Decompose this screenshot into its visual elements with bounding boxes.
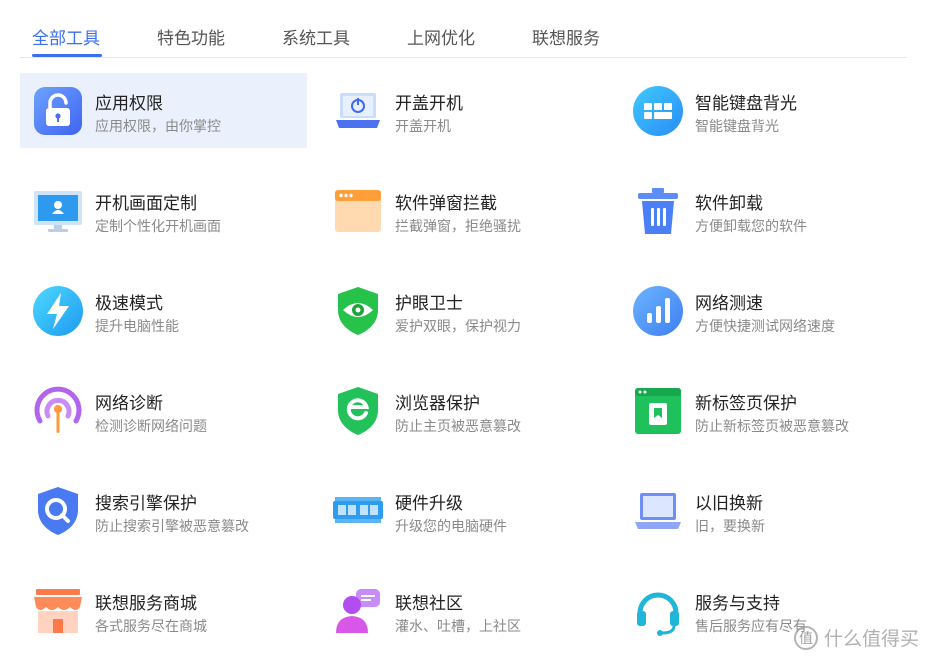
tool-description: 方便卸载您的软件 [695,219,807,235]
lightning-icon [32,285,84,337]
tool-description: 应用权限，由你掌控 [95,119,221,135]
tool-description: 防止搜索引擎被恶意篡改 [95,519,249,535]
tool-title: 搜索引擎保护 [95,494,197,514]
tool-newtab-protect[interactable]: 新标签页保护 防止新标签页被恶意篡改 [620,373,907,448]
tab-network-optimize[interactable]: 上网优化 [407,24,475,49]
tool-speed-test[interactable]: 网络测速 方便快捷测试网络速度 [620,273,907,348]
tool-hardware-upgrade[interactable]: 硬件升级 升级您的电脑硬件 [320,473,607,548]
popup-window-icon [332,185,384,237]
tool-description: 防止新标签页被恶意篡改 [695,419,849,435]
tab-bar: 全部工具 特色功能 系统工具 上网优化 联想服务 [20,0,907,58]
tool-description: 开盖开机 [395,119,451,135]
tool-network-diagnose[interactable]: 网络诊断 检测诊断网络问题 [20,373,307,448]
tool-title: 智能键盘背光 [695,94,797,114]
tool-description: 智能键盘背光 [695,119,779,135]
tool-lenovo-store[interactable]: 联想服务商城 各式服务尽在商城 [20,573,307,648]
bar-chart-icon [632,285,684,337]
lock-icon [32,85,84,137]
tab-features[interactable]: 特色功能 [157,24,225,49]
tool-description: 检测诊断网络问题 [95,419,207,435]
tool-description: 升级您的电脑硬件 [395,519,507,535]
tool-title: 服务与支持 [695,594,780,614]
tool-title: 以旧换新 [695,494,763,514]
tool-title: 联想服务商城 [95,594,197,614]
browser-shield-icon [332,385,384,437]
tool-title: 护眼卫士 [395,294,463,314]
tool-title: 开盖开机 [395,94,463,114]
tool-title: 软件卸载 [695,194,763,214]
search-shield-icon [32,485,84,537]
tool-title: 开机画面定制 [95,194,197,214]
tool-title: 浏览器保护 [395,394,480,414]
tool-description: 爱护双眼，保护视力 [395,319,521,335]
tool-description: 旧，要换新 [695,519,765,535]
tool-description: 各式服务尽在商城 [95,619,207,635]
watermark-text: 什么值得买 [823,628,919,650]
tool-search-engine-protect[interactable]: 搜索引擎保护 防止搜索引擎被恶意篡改 [20,473,307,548]
monitor-icon [32,185,84,237]
tool-uninstall[interactable]: 软件卸载 方便卸载您的软件 [620,173,907,248]
active-tab-indicator [32,54,102,57]
tool-browser-protect[interactable]: 浏览器保护 防止主页被恶意篡改 [320,373,607,448]
tool-description: 方便快捷测试网络速度 [695,319,835,335]
laptop-icon [632,485,684,537]
tool-title: 应用权限 [95,94,163,114]
laptop-power-icon [332,85,384,137]
memory-chip-icon [332,485,384,537]
tool-description: 售后服务应有尽有 [695,619,807,635]
tab-bookmark-icon [632,385,684,437]
community-icon [332,585,384,637]
keyboard-backlight-icon [632,85,684,137]
tool-title: 硬件升级 [395,494,463,514]
tab-system-tools[interactable]: 系统工具 [282,24,350,49]
tool-title: 联想社区 [395,594,463,614]
tool-eye-care[interactable]: 护眼卫士 爱护双眼，保护视力 [320,273,607,348]
tool-description: 拦截弹窗，拒绝骚扰 [395,219,521,235]
tool-title: 网络诊断 [95,394,163,414]
tool-trade-in[interactable]: 以旧换新 旧，要换新 [620,473,907,548]
tool-description: 提升电脑性能 [95,319,179,335]
tool-popup-block[interactable]: 软件弹窗拦截 拦截弹窗，拒绝骚扰 [320,173,607,248]
tool-boot-screen[interactable]: 开机画面定制 定制个性化开机画面 [20,173,307,248]
headset-icon [632,585,684,637]
tab-all-tools[interactable]: 全部工具 [32,24,100,49]
tool-description: 定制个性化开机画面 [95,219,221,235]
store-icon [32,585,84,637]
tool-title: 网络测速 [695,294,763,314]
watermark: 值 什么值得买 [793,624,919,651]
tool-title: 软件弹窗拦截 [395,194,497,214]
tool-lenovo-community[interactable]: 联想社区 灌水、吐槽，上社区 [320,573,607,648]
tool-keyboard-backlight[interactable]: 智能键盘背光 智能键盘背光 [620,73,907,148]
tool-lid-open-boot[interactable]: 开盖开机 开盖开机 [320,73,607,148]
tool-description: 灌水、吐槽，上社区 [395,619,521,635]
tool-app-permission[interactable]: 应用权限 应用权限，由你掌控 [20,73,307,148]
tool-title: 极速模式 [95,294,163,314]
trash-icon [632,185,684,237]
tool-title: 新标签页保护 [695,394,797,414]
tab-lenovo-service[interactable]: 联想服务 [532,24,600,49]
tool-speed-mode[interactable]: 极速模式 提升电脑性能 [20,273,307,348]
watermark-badge: 值 [793,625,818,650]
tool-description: 防止主页被恶意篡改 [395,419,521,435]
signal-icon [32,385,84,437]
eye-shield-icon [332,285,384,337]
